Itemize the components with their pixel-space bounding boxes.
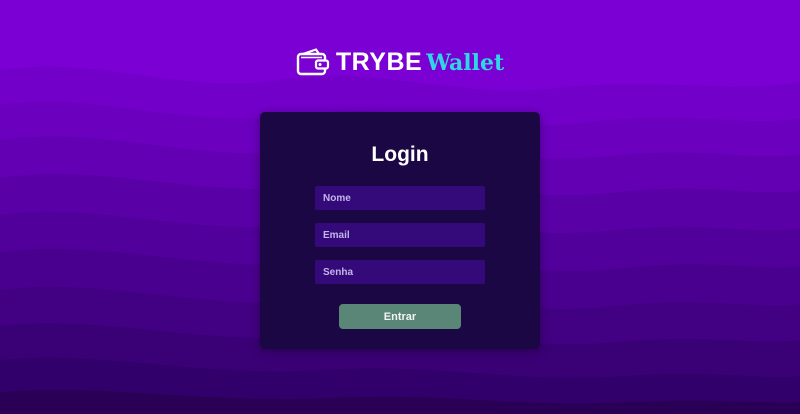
name-input[interactable] (315, 186, 485, 210)
wallet-icon (296, 47, 330, 77)
app-logo: TRYBE Wallet (0, 47, 800, 77)
login-submit-button[interactable]: Entrar (339, 304, 461, 329)
brand-secondary: Wallet (426, 49, 505, 76)
brand-primary: TRYBE (335, 47, 423, 76)
login-title: Login (371, 143, 429, 166)
email-input[interactable] (315, 223, 485, 247)
password-input[interactable] (315, 260, 485, 284)
brand-name: TRYBE Wallet (336, 48, 504, 77)
